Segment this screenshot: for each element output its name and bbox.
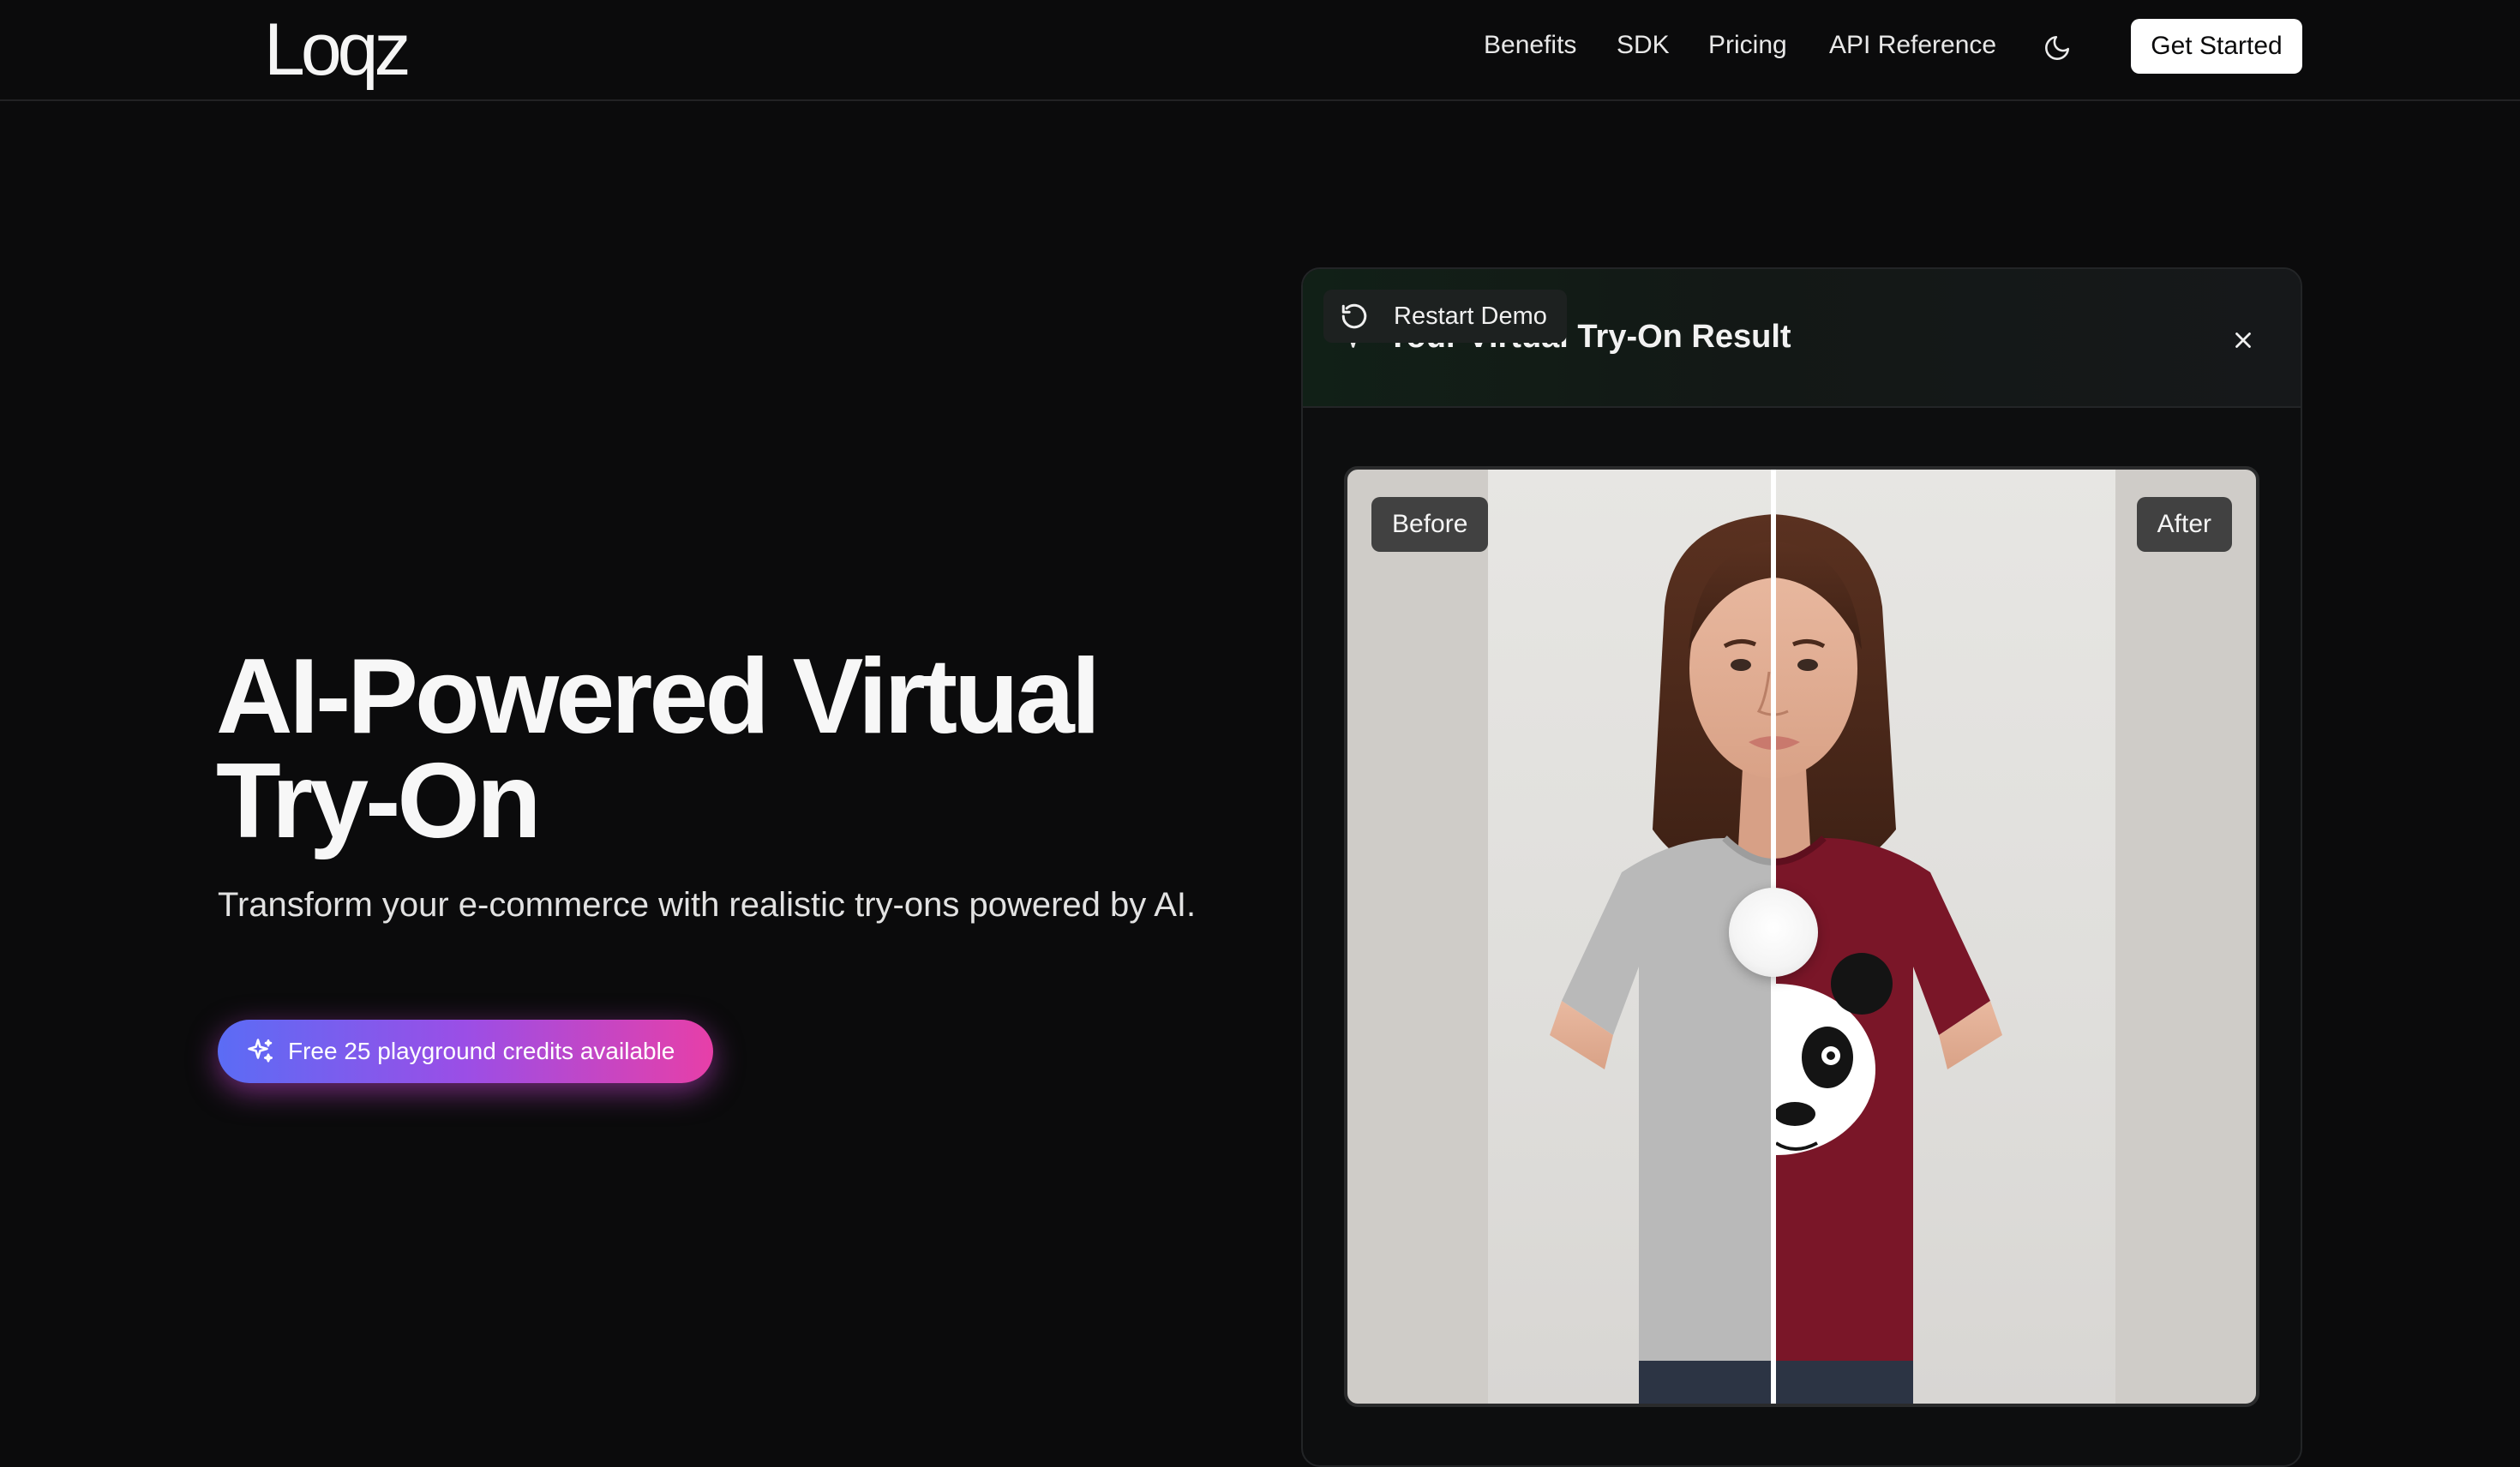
hero-title-line-2: Try-On — [216, 742, 542, 860]
nav-link-sdk[interactable]: SDK — [1617, 17, 1670, 74]
restart-demo-button[interactable]: Restart Demo — [1323, 290, 1567, 343]
comparison-slider-handle[interactable] — [1729, 888, 1818, 977]
nav-link-api-reference[interactable]: API Reference — [1829, 17, 1996, 74]
restart-demo-label: Restart Demo — [1394, 302, 1547, 330]
hero-subtitle: Transform your e-commerce with realistic… — [218, 886, 1197, 924]
before-label: Before — [1371, 497, 1489, 552]
get-started-button[interactable]: Get Started — [2131, 19, 2302, 74]
brand-logo[interactable]: Loqz — [264, 7, 411, 93]
nav-link-pricing[interactable]: Pricing — [1708, 17, 1787, 74]
hero-title: AI-Powered Virtual Try-On — [216, 644, 1245, 854]
sparkle-icon — [248, 1039, 273, 1063]
moon-icon — [2045, 35, 2070, 60]
free-credits-label: Free 25 playground credits available — [288, 1038, 675, 1064]
restart-icon — [1341, 303, 1367, 329]
top-navigation-bar: Loqz Benefits SDK Pricing API Reference … — [0, 0, 2520, 101]
nav-link-benefits[interactable]: Benefits — [1484, 17, 1576, 74]
theme-toggle-button[interactable] — [2037, 27, 2078, 69]
hero-title-line-1: AI-Powered Virtual — [216, 638, 1101, 756]
after-label: After — [2136, 497, 2232, 552]
close-result-button[interactable] — [2222, 319, 2265, 362]
free-credits-button[interactable]: Free 25 playground credits available — [218, 1020, 713, 1083]
close-icon — [2235, 332, 2251, 348]
before-after-comparison[interactable]: Before After — [1344, 466, 2259, 1407]
